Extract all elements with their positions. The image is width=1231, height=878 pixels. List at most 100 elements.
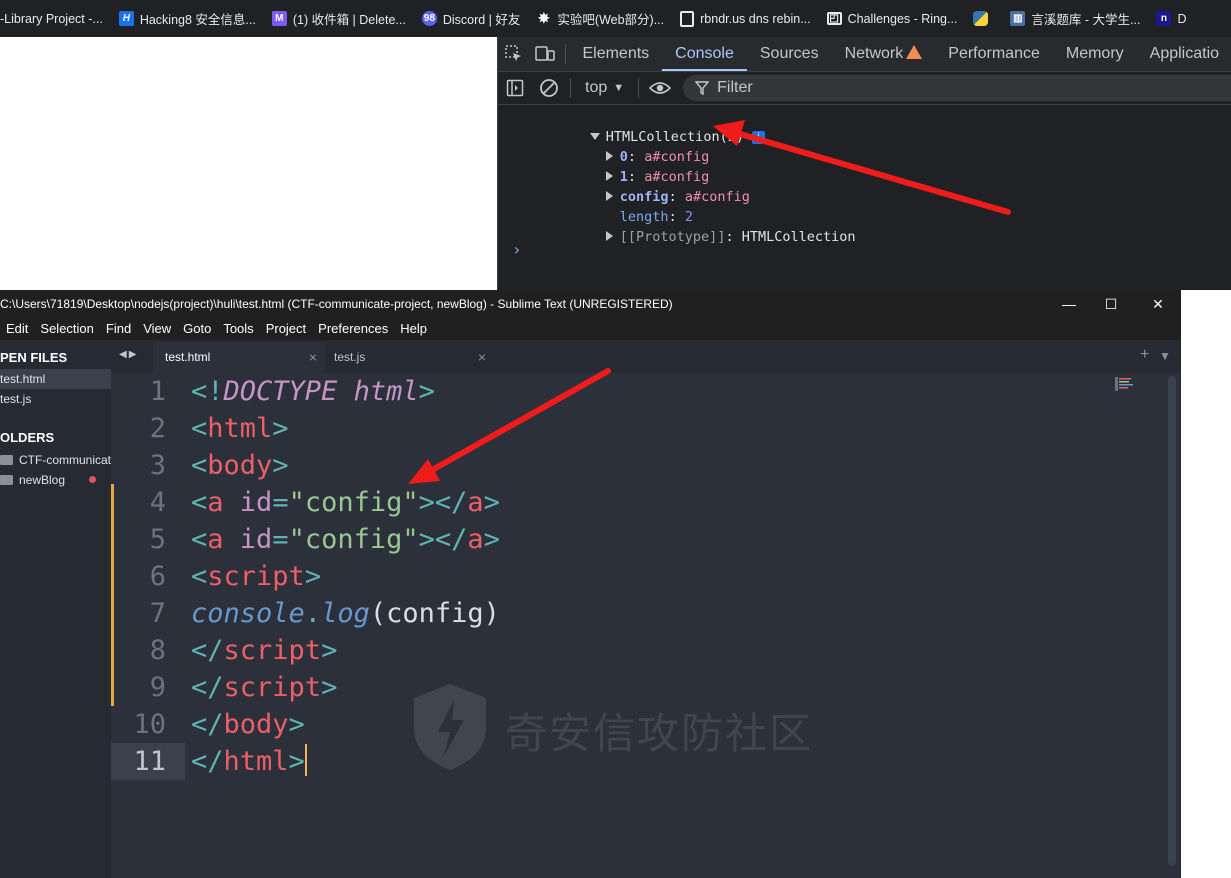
bookmark-item[interactable]: ◰ Challenges - Ring... [819,0,966,37]
console-output: HTMLCollection(2) i 0: a#config 1: a#conf… [498,107,1231,245]
token: log [321,598,370,629]
token: = [272,487,289,518]
eye-icon[interactable] [643,72,677,104]
maximize-icon[interactable]: ☐ [1088,290,1134,318]
notion-icon: n [1156,11,1172,26]
token: body [223,709,289,740]
device-toolbar-icon[interactable] [529,37,560,71]
clear-console-icon[interactable] [532,72,566,104]
menu-edit[interactable]: Edit [0,318,34,340]
bookmark-item[interactable]: ✵ 实验吧(Web部分)... [528,0,672,37]
token: </ [191,672,224,703]
close-icon[interactable]: ✕ [1135,290,1181,318]
devtools-tab-bar: Elements Console Sources Network Perform… [498,37,1231,72]
file-label: test.js [0,392,32,406]
bookmark-item[interactable]: n D [1148,0,1194,37]
folder-icon [0,475,13,485]
token: < [191,561,208,592]
menu-selection[interactable]: Selection [34,318,99,340]
context-value: top [585,79,608,96]
filter-input[interactable]: Filter [683,75,1231,101]
minimize-icon[interactable]: — [1046,290,1092,318]
bookmark-label: rbndr.us dns rebin... [700,11,811,26]
vertical-scrollbar[interactable] [1168,376,1176,866]
tab-console[interactable]: Console [662,37,747,71]
tab-sources[interactable]: Sources [747,37,832,71]
collapse-triangle-icon[interactable] [605,231,613,241]
menu-help[interactable]: Help [394,318,433,340]
token: a [467,524,484,555]
window-title: C:\Users\71819\Desktop\nodejs(project)\h… [0,297,673,311]
bookmark-label: Challenges - Ring... [847,11,958,26]
bookmark-item[interactable]: 98 Discord | 好友 [414,0,529,37]
bookmark-label: 实验吧(Web部分)... [557,13,665,27]
sidebar-folder-ctf[interactable]: CTF-communicate-project [0,450,111,470]
folders-header: OLDERS [0,430,55,445]
tab-memory[interactable]: Memory [1053,37,1137,71]
code-line: <a id="config"></a> [191,521,500,558]
editor-tab-bar: ◀▶ test.html × test.js × + ▼ [111,340,1181,373]
file-label: test.html [0,372,46,386]
sidebar-file-test-html[interactable]: test.html [0,369,111,389]
menu-find[interactable]: Find [100,318,137,340]
token: > [272,450,289,481]
token: > [418,376,435,407]
console-prop-row[interactable]: [[Prototype]]: HTMLCollection [498,207,1231,245]
token: (config) [369,598,500,629]
console-prop-row[interactable]: config: a#config [498,167,1231,205]
code-editor[interactable]: <!DOCTYPE html> <html> <body> <a id="con… [191,373,1121,878]
line-number: 5 [149,524,166,555]
console-collection-row[interactable]: HTMLCollection(2) i [498,107,1231,145]
tab-application[interactable]: Applicatio [1137,37,1231,71]
token: </ [191,746,224,777]
token: < [191,413,208,444]
bookmark-item[interactable]: rbndr.us dns rebin... [672,0,818,37]
console-prompt[interactable]: › [512,240,522,259]
token: > [483,524,500,555]
token: script [207,561,305,592]
token: html [353,376,419,407]
menu-goto[interactable]: Goto [177,318,217,340]
context-selector[interactable]: top ▼ [575,79,634,97]
token: = [272,524,289,555]
console-prop-row[interactable]: 1: a#config [498,147,1231,185]
prop-key: [[Prototype]] [619,229,726,245]
tab-elements[interactable]: Elements [569,37,662,71]
bookmark-item[interactable]: ▥ 言溪题库 - 大学生... [1002,0,1148,37]
bookmark-item[interactable]: -Library Project -... [0,0,111,37]
tab-network[interactable]: Network [832,37,936,71]
tab-menu-icon[interactable]: ▼ [1159,349,1171,363]
line-gutter: 1 2 3 4 5 6 7 8 9 10 11 [111,373,185,878]
minimap[interactable] [1115,376,1135,391]
menu-preferences[interactable]: Preferences [312,318,394,340]
tab-performance[interactable]: Performance [935,37,1053,71]
inspect-element-icon[interactable] [498,37,529,71]
token: ></ [418,524,468,555]
token: > [304,561,322,592]
tab-close-icon[interactable]: × [478,342,486,373]
console-prop-row: length: 2 [498,187,1231,225]
console-prop-row[interactable]: 0: a#config [498,127,1231,165]
bookmark-item[interactable] [965,0,1002,37]
code-line: </html> [191,743,307,780]
tab-nav-arrows-icon[interactable]: ◀▶ [119,349,138,360]
menu-project[interactable]: Project [260,318,312,340]
tab-close-icon[interactable]: × [309,342,317,373]
new-tab-icon[interactable]: + [1140,346,1149,364]
bookmark-item[interactable]: H Hacking8 安全信息... [111,0,264,37]
token: a [207,487,224,518]
editor-tab-test-js[interactable]: test.js × [322,342,494,373]
sidebar-toggle-icon[interactable] [498,72,532,104]
line-number: 1 [149,376,166,407]
filter-icon [695,81,710,95]
bookmark-item[interactable]: M (1) 收件箱 | Delete... [264,0,414,37]
bookmark-label: D [1177,11,1187,26]
book-icon: ▥ [1010,11,1026,26]
editor-tab-test-html[interactable]: test.html × [153,342,325,373]
sidebar-file-test-js[interactable]: test.js [0,389,111,409]
code-line: <!DOCTYPE html> [191,373,435,410]
sidebar-folder-newblog[interactable]: newBlog [0,470,111,490]
menu-tools[interactable]: Tools [217,318,259,340]
menu-view[interactable]: View [137,318,177,340]
